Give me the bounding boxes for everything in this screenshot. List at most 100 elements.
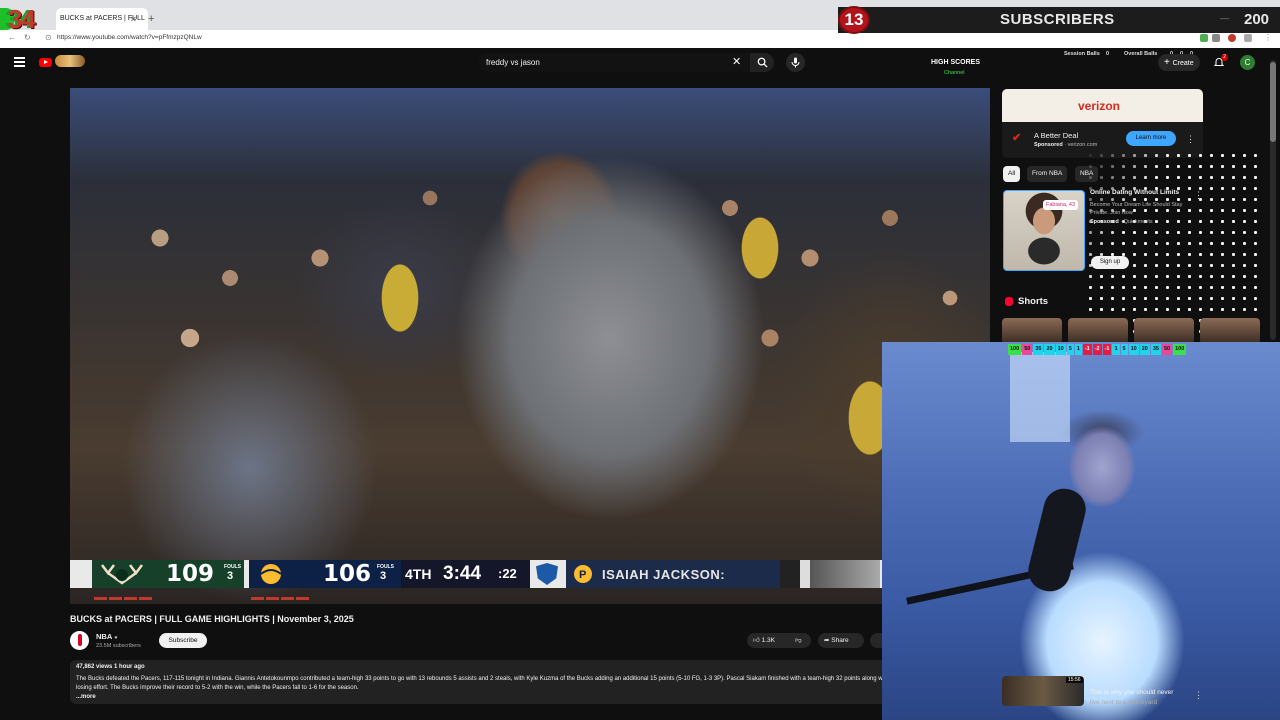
like-button[interactable]: 👍︎ 1.3K: [753, 633, 775, 648]
create-label: Create: [1172, 60, 1194, 67]
shorts-heading: Shorts: [1018, 296, 1049, 307]
meter-cell: 5: [1120, 344, 1128, 355]
meter-cell: 35: [1150, 344, 1161, 355]
chip-from-nba[interactable]: From NBA: [1027, 166, 1068, 182]
tab-close-icon[interactable]: ✕: [130, 15, 137, 24]
description-text: The Bucks defeated the Pacers, 117-115 t…: [76, 676, 970, 691]
ad-title[interactable]: A Better Deal: [1034, 131, 1078, 140]
meter-cell: 50: [1022, 344, 1033, 355]
dating-ad-description: Become Your Dream Life Should Stay Priva…: [1090, 202, 1183, 216]
webcam-overlay: [882, 342, 1280, 720]
dating-ad-menu-icon[interactable]: ⋮: [1194, 190, 1203, 201]
site-info-icon[interactable]: ⊙: [45, 33, 52, 42]
share-button[interactable]: ➦ Share: [818, 633, 864, 648]
new-tab-button[interactable]: +: [148, 13, 154, 25]
session-balls-value: 0: [1106, 51, 1110, 57]
notification-count-badge: 2: [1221, 54, 1228, 61]
meter-cell: 20: [1044, 344, 1055, 355]
recommended-video-menu-icon[interactable]: ⋮: [1194, 690, 1203, 701]
meter-cell: 50: [1161, 344, 1173, 355]
pacers-p-icon: P: [574, 565, 592, 583]
video-frame: [70, 88, 990, 604]
meter-cell: 1: [1112, 344, 1120, 355]
meter-cell: 10: [1128, 344, 1139, 355]
meter-cell: 20: [1139, 344, 1150, 355]
session-balls-label: Session Balls: [1064, 51, 1100, 57]
short-thumbnail[interactable]: [1200, 318, 1260, 344]
ad-menu-icon[interactable]: ⋮: [1186, 134, 1195, 145]
overall-balls-label: Overall Balls: [1124, 51, 1158, 57]
high-scores-subtitle: Channel: [944, 70, 965, 76]
extension-icon[interactable]: [1244, 34, 1252, 42]
mic-icon: [791, 57, 800, 68]
game-clock: 3:44: [443, 563, 482, 584]
extension-icon[interactable]: [1212, 34, 1220, 42]
dating-ad-sponsored: Sponsored · Quickmeets: [1090, 219, 1153, 225]
home-fouls: 3: [380, 570, 387, 582]
like-dislike-pill: 👍︎ 1.3K 👎︎: [747, 633, 811, 648]
pacers-logo-icon: [260, 564, 282, 584]
recommended-video-title[interactable]: This is why you should never: [1090, 689, 1173, 696]
account-avatar[interactable]: C: [1240, 55, 1255, 70]
overlay-dot-pattern: [1085, 150, 1265, 340]
meter-cell: 35: [1033, 344, 1044, 355]
create-button[interactable]: + Create: [1158, 54, 1200, 71]
search-query[interactable]: freddy vs jason: [486, 58, 540, 67]
url-text[interactable]: https://www.youtube.com/watch?v=pFfmzpzQ…: [57, 34, 202, 41]
home-timeouts: [251, 587, 311, 600]
bucks-logo-icon: [101, 564, 143, 585]
youtube-logo-icon[interactable]: [39, 58, 52, 67]
channel-avatar[interactable]: [70, 631, 89, 650]
meter-cell: 100: [1008, 344, 1022, 355]
meter-cell: 10: [1055, 344, 1066, 355]
shot-clock: :22: [498, 566, 517, 581]
scorebug-trailer: [780, 560, 880, 588]
channel-name[interactable]: NBA ●: [96, 632, 118, 641]
away-timeouts: [94, 587, 154, 600]
dislike-button[interactable]: 👎︎: [795, 633, 802, 648]
menu-icon[interactable]: [14, 57, 25, 69]
voice-search-button[interactable]: [786, 53, 805, 72]
extension-icon[interactable]: [1200, 34, 1208, 42]
home-score: 106: [323, 561, 372, 587]
ad-sponsored: Sponsored · verizon.com: [1034, 142, 1098, 148]
chip-all[interactable]: All: [1003, 166, 1021, 182]
learn-more-button[interactable]: Learn more: [1126, 131, 1176, 146]
quarter: 4TH: [405, 566, 432, 582]
search-button[interactable]: [750, 53, 774, 72]
meter-cell: 100: [1173, 344, 1187, 355]
subscriber-goal-count: 200: [1244, 11, 1270, 28]
channel-subscribers: 23.5M subscribers: [96, 643, 141, 649]
youtube-doodle-logo[interactable]: [55, 55, 85, 67]
short-thumbnail[interactable]: [1068, 318, 1128, 344]
short-thumbnail[interactable]: [1134, 318, 1194, 344]
views-and-age: 47,862 views 1 hour ago: [76, 664, 145, 670]
page-scrollbar-thumb[interactable]: [1270, 62, 1276, 142]
dating-ad-tag: Fabiana, 43: [1043, 200, 1079, 210]
meter-cell: -1: [1082, 344, 1092, 355]
profile-icon[interactable]: [1228, 34, 1236, 42]
subscriber-goal-badge: 13: [838, 6, 870, 34]
stream-counter: 34: [8, 4, 36, 34]
webcam-window-light: [1010, 352, 1070, 442]
shorts-icon: [1005, 297, 1013, 306]
recommended-video-title-line2[interactable]: live next to a graveyard: [1090, 699, 1157, 706]
like-count: 1.3K: [761, 637, 775, 644]
description-more-link[interactable]: ...more: [76, 694, 96, 700]
video-title: BUCKS at PACERS | FULL GAME HIGHLIGHTS |…: [70, 614, 354, 624]
high-scores-title: HIGH SCORES: [931, 59, 981, 66]
short-thumbnail[interactable]: [1002, 318, 1062, 344]
sign-up-button[interactable]: Sign up: [1091, 256, 1129, 269]
browser-menu-icon[interactable]: ⋮: [1264, 33, 1272, 42]
meter-cell: 5: [1066, 344, 1074, 355]
ad-brand-logo: verizon: [1078, 99, 1121, 113]
verizon-check-icon: ✔: [1012, 132, 1022, 144]
subscriber-goal-dash: —: [1220, 13, 1229, 23]
player-name: ISAIAH JACKSON:: [602, 567, 726, 582]
meter-cell: -1: [1102, 344, 1112, 355]
svg-text:P: P: [579, 569, 586, 581]
clear-search-icon[interactable]: ✕: [732, 55, 741, 68]
dating-ad-title[interactable]: Online Dating Without Limits: [1090, 189, 1179, 196]
subscribe-button[interactable]: Subscribe: [159, 633, 207, 648]
video-player[interactable]: [70, 88, 990, 604]
